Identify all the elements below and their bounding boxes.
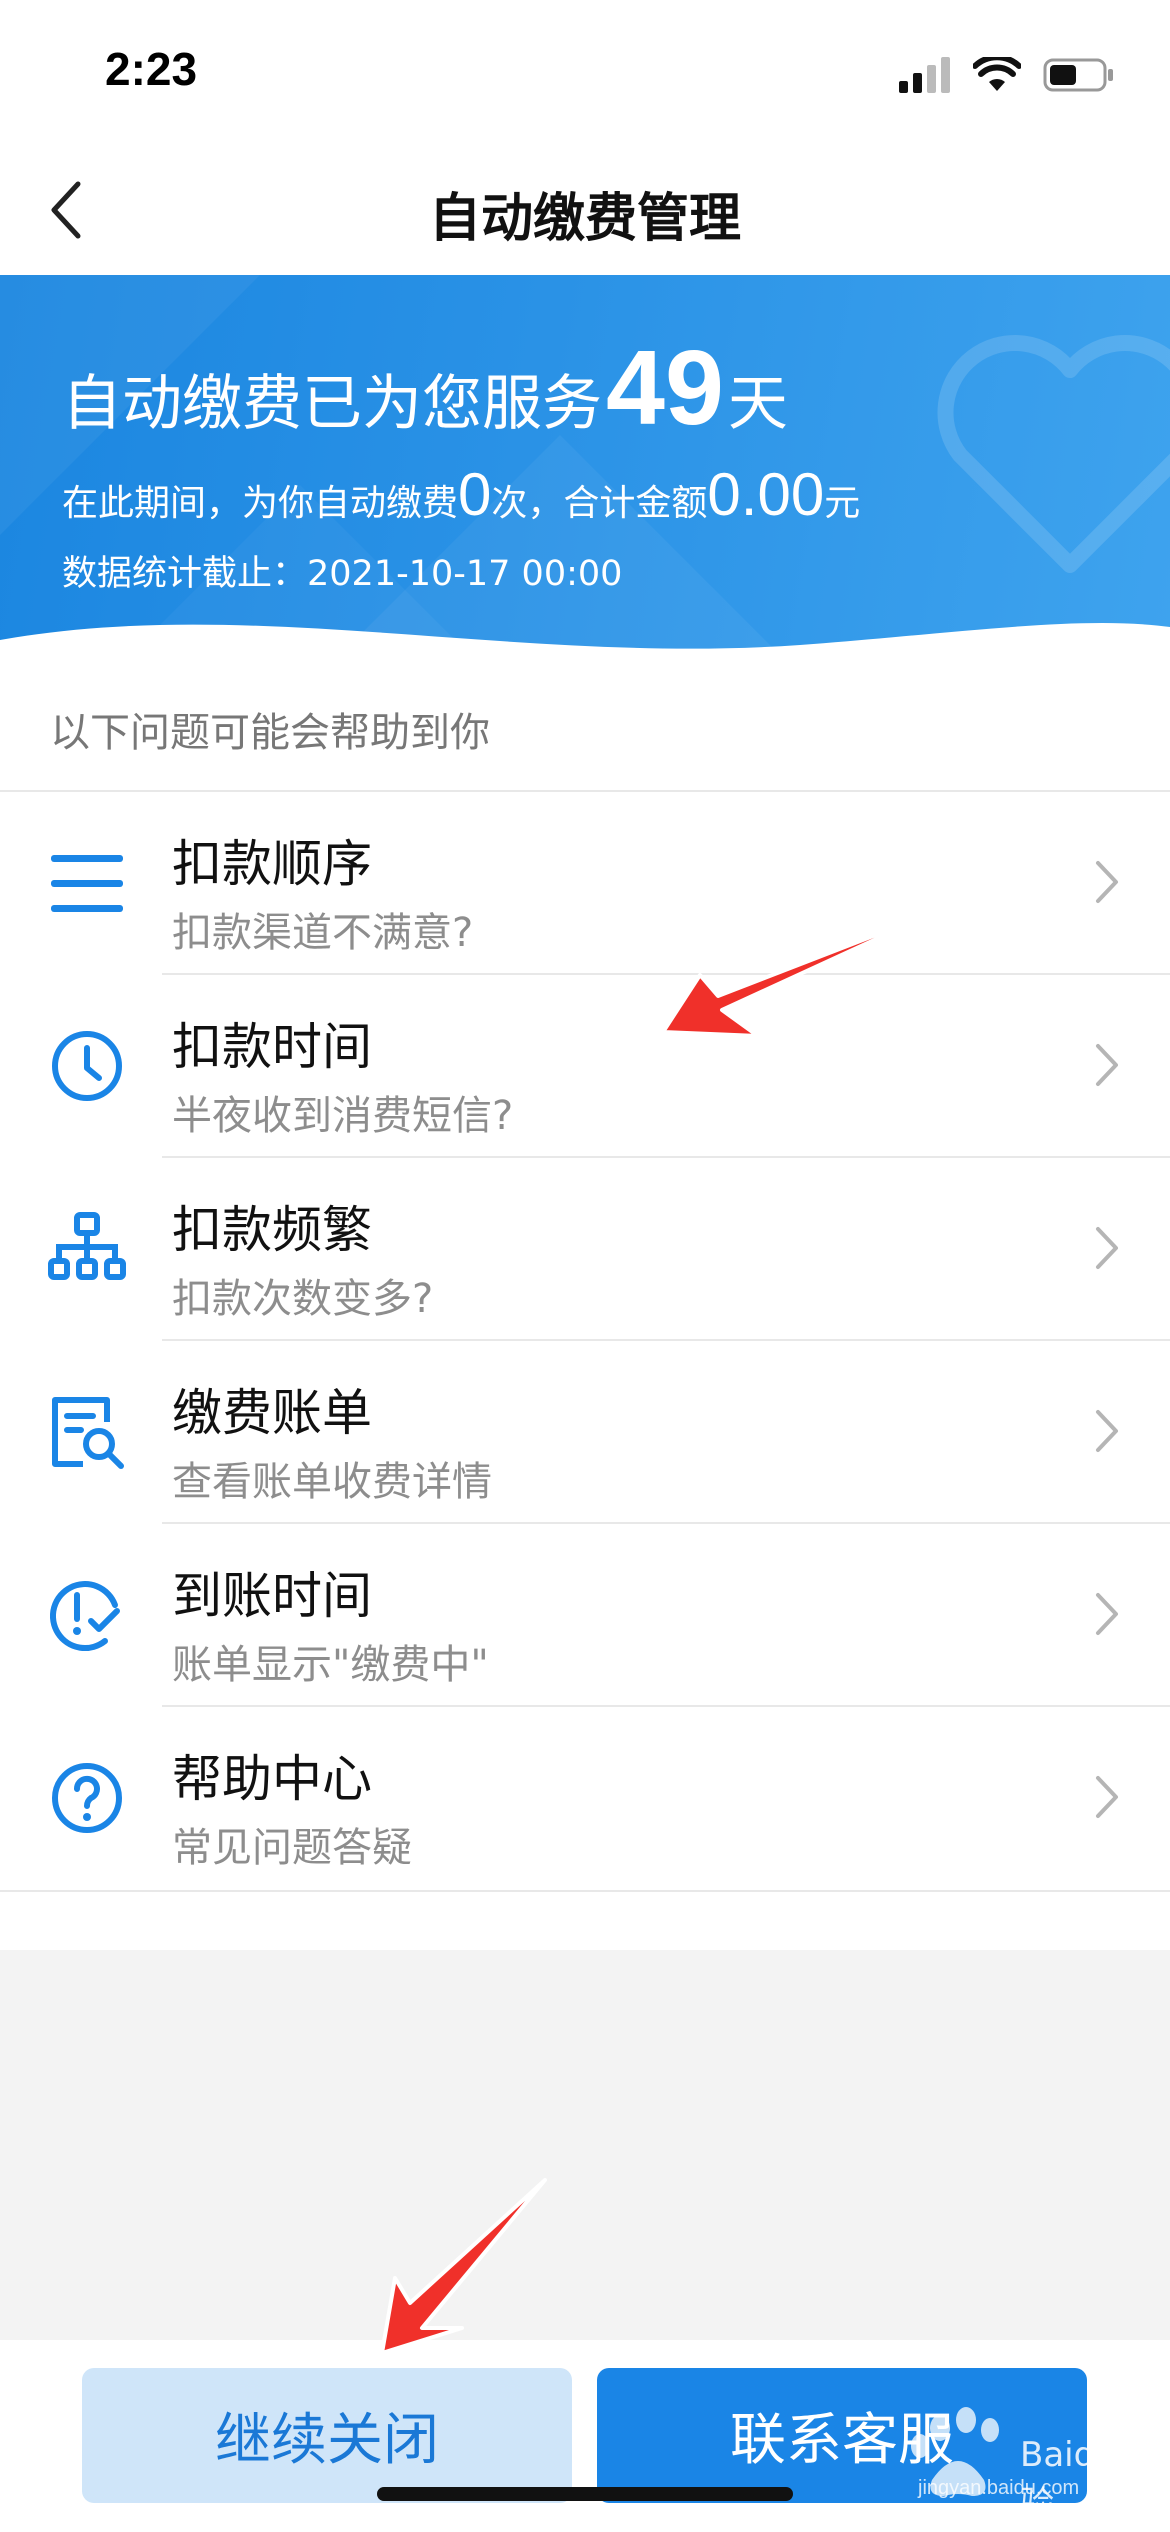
payment-amount: 0.00 — [707, 461, 825, 528]
payment-summary-suffix: 元 — [824, 483, 861, 524]
payment-count: 0 — [458, 461, 492, 528]
help-item-title: 扣款顺序 — [172, 835, 372, 893]
help-item-title: 缴费账单 — [172, 1384, 372, 1442]
help-list: 扣款顺序 扣款渠道不满意? 扣款时间 半夜收到消费短信? 扣款频繁 扣款次数变多… — [0, 790, 1170, 1892]
help-item-subtitle: 扣款渠道不满意? — [172, 910, 474, 956]
heart-icon — [937, 335, 1170, 573]
service-days-prefix: 自动缴费已为您服务 — [62, 369, 602, 439]
clock-check-icon — [42, 1570, 132, 1660]
help-item-deduction-time[interactable]: 扣款时间 半夜收到消费短信? — [0, 975, 1170, 1158]
help-item-frequent-deduction[interactable]: 扣款频繁 扣款次数变多? — [0, 1158, 1170, 1341]
service-summary-banner: 自动缴费已为您服务 49 天 在此期间，为你自动缴费 0 次，合计金额 0.00… — [0, 275, 1170, 665]
status-icons — [899, 50, 1115, 100]
home-indicator — [377, 2487, 793, 2501]
status-bar: 2:23 — [0, 0, 1170, 140]
help-item-title: 扣款时间 — [172, 1018, 372, 1076]
chevron-right-icon — [1096, 1044, 1118, 1086]
bill-search-icon — [42, 1387, 132, 1477]
payment-summary-mid: 次，合计金额 — [491, 483, 708, 524]
watermark-text: Baidu经验 — [1020, 2427, 1170, 2525]
service-days-suffix: 天 — [727, 369, 788, 439]
help-item-payment-bill[interactable]: 缴费账单 查看账单收费详情 — [0, 1341, 1170, 1524]
menu-lines-icon — [42, 838, 132, 928]
help-item-subtitle: 常见问题答疑 — [172, 1825, 412, 1871]
chevron-right-icon — [1096, 1227, 1118, 1269]
chevron-right-icon — [1096, 861, 1118, 903]
help-item-title: 扣款频繁 — [172, 1201, 372, 1259]
help-item-title: 帮助中心 — [172, 1750, 372, 1808]
service-days-count: 49 — [606, 329, 724, 447]
service-days-line: 自动缴费已为您服务 49 天 — [62, 335, 788, 442]
chevron-right-icon — [1096, 1593, 1118, 1635]
help-item-arrival-time[interactable]: 到账时间 账单显示"缴费中" — [0, 1524, 1170, 1707]
help-heading: 以下问题可能会帮助到你 — [50, 710, 490, 756]
chevron-right-icon — [1096, 1776, 1118, 1818]
hierarchy-icon — [42, 1204, 132, 1294]
nav-bar: 自动缴费管理 — [0, 140, 1170, 275]
continue-close-button[interactable]: 继续关闭 — [82, 2368, 572, 2503]
payment-summary-line: 在此期间，为你自动缴费 0 次，合计金额 0.00 元 — [62, 465, 860, 526]
help-item-subtitle: 半夜收到消费短信? — [172, 1093, 514, 1139]
chevron-right-icon — [1096, 1410, 1118, 1452]
help-item-deduction-order[interactable]: 扣款顺序 扣款渠道不满意? — [0, 792, 1170, 975]
banner-wave — [0, 623, 1170, 665]
payment-summary-prefix: 在此期间，为你自动缴费 — [62, 483, 459, 524]
question-circle-icon — [42, 1753, 132, 1843]
watermark-brand: Baidu — [1020, 2435, 1117, 2475]
clock-icon — [42, 1021, 132, 1111]
help-item-subtitle: 扣款次数变多? — [172, 1276, 434, 1322]
page-title: 自动缴费管理 — [428, 189, 741, 249]
help-item-subtitle: 账单显示"缴费中" — [172, 1642, 489, 1688]
help-item-help-center[interactable]: 帮助中心 常见问题答疑 — [0, 1707, 1170, 1890]
content-background — [0, 1950, 1170, 2340]
help-item-subtitle: 查看账单收费详情 — [172, 1459, 492, 1505]
help-item-title: 到账时间 — [172, 1567, 372, 1625]
signal-icon — [899, 57, 950, 93]
battery-icon — [1043, 58, 1113, 92]
status-time: 2:23 — [105, 43, 198, 95]
watermark-url: jingyan.baidu.com — [918, 2477, 1080, 2499]
wifi-icon — [973, 57, 1021, 91]
